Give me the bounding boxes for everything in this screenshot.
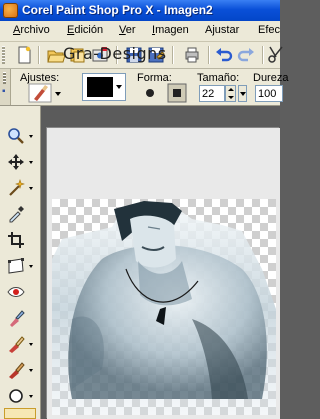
size-slider-button[interactable] [238,85,247,102]
crop-tool[interactable] [4,228,36,252]
spin-down-icon[interactable] [228,96,234,99]
square-shape-icon[interactable] [167,83,187,103]
print-icon[interactable] [182,45,202,65]
size-input[interactable] [199,85,225,102]
clone-brush-icon [10,310,25,327]
swatch-dropdown-arrow[interactable] [116,85,122,89]
menu-ajustar-rest: ustar [214,24,240,36]
toolbar-grip[interactable] [2,46,5,64]
presets-brush-icon[interactable] [28,83,68,103]
menu-imagen-rest: magen [155,24,189,36]
color-swatch[interactable] [82,73,126,101]
toolbar-separator [172,46,174,64]
smudge-icon [9,336,25,353]
undo-icon[interactable] [214,45,234,65]
foreground-color [87,77,113,97]
toolbar-separator [208,46,210,64]
move-tool[interactable] [4,150,36,174]
grip-handle [3,72,6,84]
selection-ellipse-tool[interactable] [4,384,36,408]
menu-ver[interactable]: Ver [119,24,136,36]
move-tool-dropdown[interactable] [29,161,33,164]
deform-icon [8,258,24,274]
title-bar: Corel Paint Shop Pro X - Imagen2 [0,0,280,21]
paint-brush-tool[interactable] [4,408,36,419]
ellipse-tool-dropdown[interactable] [29,395,33,398]
tool-options-bar: Ajustes: Forma: Tamaño: Dureza [0,69,288,106]
menu-ver-key: V [119,24,126,36]
dropper-icon [9,206,24,223]
ellipse-icon [9,389,23,403]
app-icon[interactable] [3,3,18,18]
dropper-tool[interactable] [4,202,36,226]
wand-tool-dropdown[interactable] [29,187,33,190]
dodge-icon [9,362,25,379]
smudge-tool-dropdown[interactable] [29,343,33,346]
red-eye-icon [7,287,25,297]
smudge-tool[interactable] [4,332,36,356]
pin-icon[interactable]: ▪ [2,86,6,97]
crop-icon [8,232,24,248]
hardness-input[interactable] [255,85,283,102]
zoom-tool-dropdown[interactable] [29,135,33,138]
cut-icon[interactable] [266,45,286,65]
dodge-tool[interactable] [4,358,36,382]
magic-wand-tool[interactable] [4,176,36,200]
menu-archivo-rest: rchivo [20,24,50,36]
density-label: Dureza [253,72,289,84]
paint-brush-icon [8,412,26,419]
new-file-icon[interactable] [14,45,34,65]
redo-icon[interactable] [236,45,256,65]
menu-edicion-rest: dición [74,24,104,36]
tools-palette [0,106,41,419]
magic-wand-icon [9,179,25,196]
menu-ver-rest: er [125,24,136,36]
canvas-image[interactable] [52,199,276,415]
menu-edicion[interactable]: Edición [67,24,103,36]
zoom-tool[interactable] [4,124,36,148]
toolbar-separator [38,46,40,64]
spin-up-icon[interactable] [228,88,234,91]
menu-imagen[interactable]: Imagen [152,24,189,36]
move-icon [8,154,24,170]
menu-efectos[interactable]: Efec [258,24,280,36]
options-grip[interactable]: ▪ [0,69,11,105]
dodge-tool-dropdown[interactable] [29,369,33,372]
size-label: Tamaño: [197,72,240,84]
canvas-caption: Gra-Designs [63,44,167,63]
red-eye-tool[interactable] [4,280,36,304]
toolbar-separator [262,46,264,64]
deform-tool[interactable] [4,254,36,278]
size-spinner[interactable] [225,85,236,102]
zoom-icon [8,128,24,144]
menu-ajustar[interactable]: Ajustar [205,24,239,36]
round-shape-icon[interactable] [140,83,160,103]
menu-archivo[interactable]: Archivo [13,24,50,36]
menu-bar: Archivo Edición Ver Imagen Ajustar Efec [0,21,280,42]
deform-tool-dropdown[interactable] [29,265,33,268]
menu-efectos-label: Efec [258,24,281,36]
clone-brush-tool[interactable] [4,306,36,330]
window-title: Corel Paint Shop Pro X - Imagen2 [22,3,213,17]
